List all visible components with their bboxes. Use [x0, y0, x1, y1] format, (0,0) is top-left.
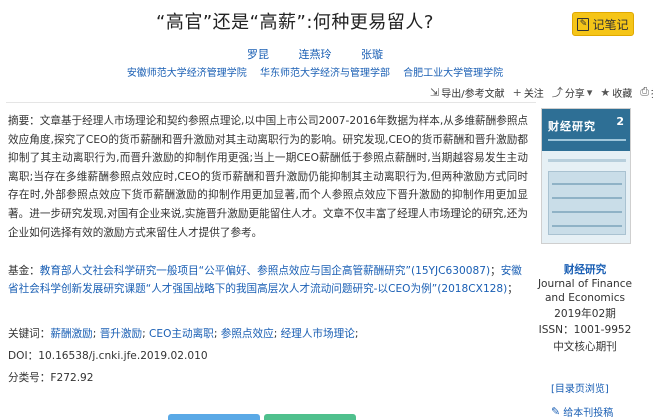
journal-name-link[interactable]: 财经研究 — [530, 262, 640, 277]
download-button[interactable] — [168, 414, 260, 420]
header-divider — [6, 102, 536, 103]
abstract-label: 摘要： — [8, 115, 40, 127]
printer-icon: ⎙ — [640, 85, 650, 98]
chevron-down-icon: ▾ — [586, 85, 593, 99]
cover-stripe — [552, 211, 622, 213]
share-icon: ⤴ — [551, 86, 563, 99]
keyword-link[interactable]: 参照点效应 — [221, 328, 274, 340]
export-label: 导出/参考文献 — [441, 88, 505, 100]
cover-title: 财经研究 — [548, 120, 596, 133]
journal-english-name: Journal of Finance and Economics — [537, 278, 633, 304]
keyword-link[interactable]: 经理人市场理论 — [281, 328, 355, 340]
share-label: 分享 — [564, 88, 585, 100]
cover-rule — [548, 159, 626, 162]
take-note-label: 记笔记 — [592, 17, 629, 32]
cover-stripe — [552, 183, 622, 185]
abstract-text: 文章基于经理人市场理论和契约参照点理论,以中国上市公司2007-2016年数据为… — [8, 115, 529, 239]
cover-stripe — [552, 225, 622, 227]
journal-issue: 2019年02期 — [554, 308, 616, 320]
read-online-button[interactable] — [264, 414, 356, 420]
take-note-button[interactable]: ✎ 记笔记 — [572, 12, 634, 36]
pen-icon: ✎ — [551, 405, 561, 418]
classification-label: 分类号： — [8, 372, 51, 384]
cover-rule — [548, 139, 626, 141]
star-icon: ★ — [600, 85, 611, 99]
share-button[interactable]: ⤴ 分享 ▾ — [552, 84, 593, 100]
article-title: “高官”还是“高薪”:何种更易留人? — [156, 12, 434, 33]
organization-link[interactable]: 华东师范大学经济与管理学部 — [260, 68, 390, 79]
notebook-icon: ✎ — [577, 17, 590, 31]
submit-link[interactable]: ✎ 给本刊投稿 — [551, 404, 613, 419]
classification: 分类号：F272.92 — [8, 370, 94, 385]
author-link[interactable]: 连燕玲 — [299, 48, 332, 61]
author-link[interactable]: 张璇 — [361, 48, 383, 61]
journal-issn: ISSN：1001-9952 — [538, 324, 632, 336]
doi-value: 10.16538/j.cnki.jfe.2019.02.010 — [38, 350, 208, 362]
favorite-label: 收藏 — [612, 88, 633, 100]
author-list: 罗昆 连燕玲 张璇 — [0, 46, 630, 62]
organization-list: 安徽师范大学经济管理学院 华东师范大学经济与管理学部 合肥工业大学管理学院 — [0, 64, 630, 79]
doi: DOI：10.16538/j.cnki.jfe.2019.02.010 — [8, 348, 208, 363]
export-button[interactable]: ⇲ 导出/参考文献 — [430, 85, 505, 100]
cover-stripe — [552, 197, 622, 199]
keyword-link[interactable]: CEO主动离职 — [149, 328, 214, 340]
follow-button[interactable]: + 关注 — [513, 85, 544, 100]
organization-link[interactable]: 合肥工业大学管理学院 — [403, 68, 503, 79]
journal-cover[interactable]: 财经研究 2 — [541, 108, 631, 244]
author-link[interactable]: 罗昆 — [247, 48, 269, 61]
fund-separator: ； — [507, 283, 518, 295]
catalog-link[interactable]: [目录页浏览] — [551, 380, 609, 395]
abstract: 摘要：文章基于经理人市场理论和契约参照点理论,以中国上市公司2007-2016年… — [8, 112, 528, 242]
fund-link[interactable]: 教育部人文社会科学研究一般项目“公平偏好、参照点效应与国企高管薪酬研究”(15Y… — [40, 265, 490, 277]
fund-label: 基金： — [8, 265, 40, 277]
keywords-label: 关键词： — [8, 328, 51, 340]
classification-value: F272.92 — [50, 372, 94, 384]
fund-separator: ； — [490, 265, 501, 277]
doi-label: DOI： — [8, 350, 39, 362]
keyword-link[interactable]: 晋升激励 — [100, 328, 142, 340]
favorite-button[interactable]: ★ 收藏 — [600, 85, 632, 100]
keyword-link[interactable]: 薪酬激励 — [50, 328, 92, 340]
print-button[interactable]: ⎙ 打印 — [640, 85, 653, 100]
submit-label: 给本刊投稿 — [563, 408, 614, 419]
follow-label: 关注 — [523, 88, 544, 100]
journal-core-badge: 中文核心期刊 — [553, 341, 617, 353]
cover-number: 2 — [616, 115, 624, 128]
article-toolbar: ⇲ 导出/参考文献 + 关注 ⤴ 分享 ▾ ★ 收藏 ⎙ 打印 — [430, 84, 653, 100]
keywords: 关键词：薪酬激励; 晋升激励; CEO主动离职; 参照点效应; 经理人市场理论; — [8, 328, 359, 340]
organization-link[interactable]: 安徽师范大学经济管理学院 — [127, 68, 247, 79]
fund-info: 基金：教育部人文社会科学研究一般项目“公平偏好、参照点效应与国企高管薪酬研究”(… — [8, 262, 528, 298]
plus-icon: + — [512, 85, 522, 99]
export-icon: ⇲ — [430, 85, 440, 99]
